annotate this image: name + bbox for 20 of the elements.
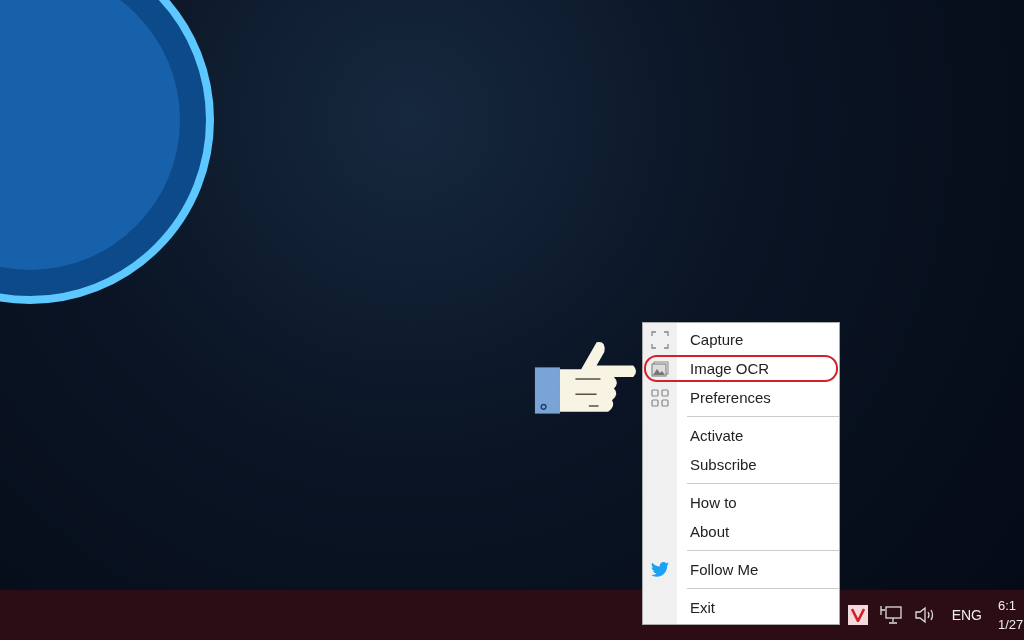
- menu-item[interactable]: About: [643, 517, 839, 546]
- clock-time: 6:1: [998, 597, 1018, 615]
- image-icon: [651, 360, 669, 377]
- bird-icon: [651, 562, 669, 577]
- menu-item[interactable]: Activate: [643, 421, 839, 450]
- clock[interactable]: 6:1 1/27: [998, 596, 1024, 634]
- language-indicator[interactable]: ENG: [951, 607, 982, 623]
- grid-icon: [651, 388, 669, 407]
- app-tray-icon[interactable]: [847, 605, 868, 625]
- speaker-icon[interactable]: [913, 606, 936, 624]
- menu-item[interactable]: How to: [643, 488, 839, 517]
- menu-item[interactable]: Capture: [643, 325, 839, 354]
- clock-date: 1/27: [998, 616, 1024, 634]
- menu-item[interactable]: Preferences: [643, 383, 839, 412]
- menu-item[interactable]: Image OCR: [643, 354, 839, 383]
- menu-item[interactable]: Follow Me: [643, 555, 839, 584]
- menu-item[interactable]: Subscribe: [643, 450, 839, 479]
- menu-item[interactable]: Exit: [643, 593, 839, 622]
- capture-frame-icon: [651, 330, 669, 349]
- network-icon[interactable]: [879, 605, 902, 625]
